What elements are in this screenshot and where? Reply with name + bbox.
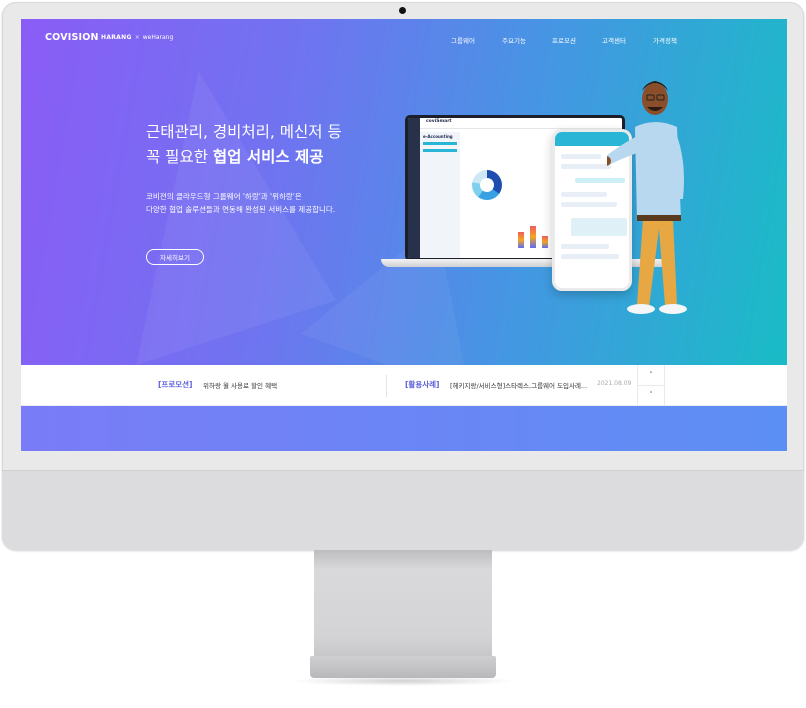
nav-item-support[interactable]: 고객센터 xyxy=(602,35,626,45)
presenter-illustration xyxy=(607,81,687,314)
chat-bubble xyxy=(561,244,609,249)
hero-description: 코비젼의 클라우드형 그룹웨어 '하랑'과 '위하랑'은 다양한 협업 솔루션들… xyxy=(146,190,335,216)
learn-more-button[interactable]: 자세히보기 xyxy=(146,249,204,265)
promotion-link[interactable]: 위하랑 월 사용료 할인 혜택 xyxy=(203,380,277,390)
partner-separator: × xyxy=(134,34,140,41)
chevron-down-icon[interactable]: ˅ xyxy=(638,385,664,405)
hero-headline: 근태관리, 경비처리, 메신저 등 꼭 필요한 협업 서비스 제공 xyxy=(146,120,342,170)
notice-pager: ˄ ˅ xyxy=(637,365,665,405)
covision-logo[interactable]: COVISION xyxy=(45,32,99,43)
nav-item-groupware[interactable]: 그룹웨어 xyxy=(451,35,475,45)
nav-item-features[interactable]: 주요기능 xyxy=(502,35,526,45)
top-navigation: COVISION HARANG × weHarang 그룹웨어 주요기능 프로모션 … xyxy=(21,19,787,59)
chat-bubble xyxy=(561,164,611,169)
app-sidebar xyxy=(408,118,420,258)
nav-item-pricing[interactable]: 가격정책 xyxy=(653,35,677,45)
chat-bubble xyxy=(561,192,607,197)
donut-chart xyxy=(472,170,502,200)
weharang-logo: weHarang xyxy=(142,34,174,41)
harang-logo: HARANG xyxy=(101,34,132,41)
headline-prefix: 꼭 필요한 xyxy=(146,148,213,166)
notice-bar: [프로모션] 위하랑 월 사용료 할인 혜택 [활용사례] [헤키지랑/서비스형… xyxy=(21,365,787,406)
notice-divider xyxy=(386,375,387,397)
bottom-banner xyxy=(21,406,787,451)
headline-line-1: 근태관리, 경비처리, 메신저 등 xyxy=(146,123,342,141)
chart-bar xyxy=(542,236,548,248)
case-study-link[interactable]: [헤키지랑/서비스형]스타렉스,그룹웨어 도입사례... xyxy=(450,380,587,390)
website-screen: COVISION HARANG × weHarang 그룹웨어 주요기능 프로모션 … xyxy=(21,19,787,451)
headline-line-2: 꼭 필요한 협업 서비스 제공 xyxy=(146,145,342,170)
app-topbar: coviSmart xyxy=(420,118,622,129)
chat-bubble xyxy=(561,154,601,159)
case-study-date: 2021.08.09 xyxy=(597,380,632,387)
case-study-tag: [활용사례] xyxy=(405,380,440,389)
description-line-1: 코비젼의 클라우드형 그룹웨어 '하랑'과 '위하랑'은 xyxy=(146,192,302,201)
camera-icon xyxy=(399,7,406,14)
promotion-tag: [프로모션] xyxy=(158,380,193,389)
headline-emphasis: 협업 서비스 제공 xyxy=(212,148,324,166)
app-brand: coviSmart xyxy=(426,119,452,124)
partner-logos: HARANG × weHarang xyxy=(101,34,173,41)
app-module-title: e-Accounting xyxy=(423,134,453,139)
chart-bar xyxy=(530,226,536,248)
description-line-2: 다양한 협업 솔루션들과 연동해 완성된 서비스를 제공합니다. xyxy=(146,205,336,214)
chart-bar xyxy=(518,232,524,248)
hero-section: COVISION HARANG × weHarang 그룹웨어 주요기능 프로모션 … xyxy=(21,19,787,365)
monitor-stand-foot xyxy=(310,656,496,678)
chevron-up-icon[interactable]: ˄ xyxy=(638,365,664,386)
app-menu-panel: e-Accounting xyxy=(420,132,460,258)
monitor-chin xyxy=(2,470,804,550)
monitor-stand-neck xyxy=(314,550,492,658)
menu-highlight xyxy=(423,142,457,145)
menu-highlight xyxy=(423,149,457,152)
nav-item-promotion[interactable]: 프로모션 xyxy=(552,35,576,45)
